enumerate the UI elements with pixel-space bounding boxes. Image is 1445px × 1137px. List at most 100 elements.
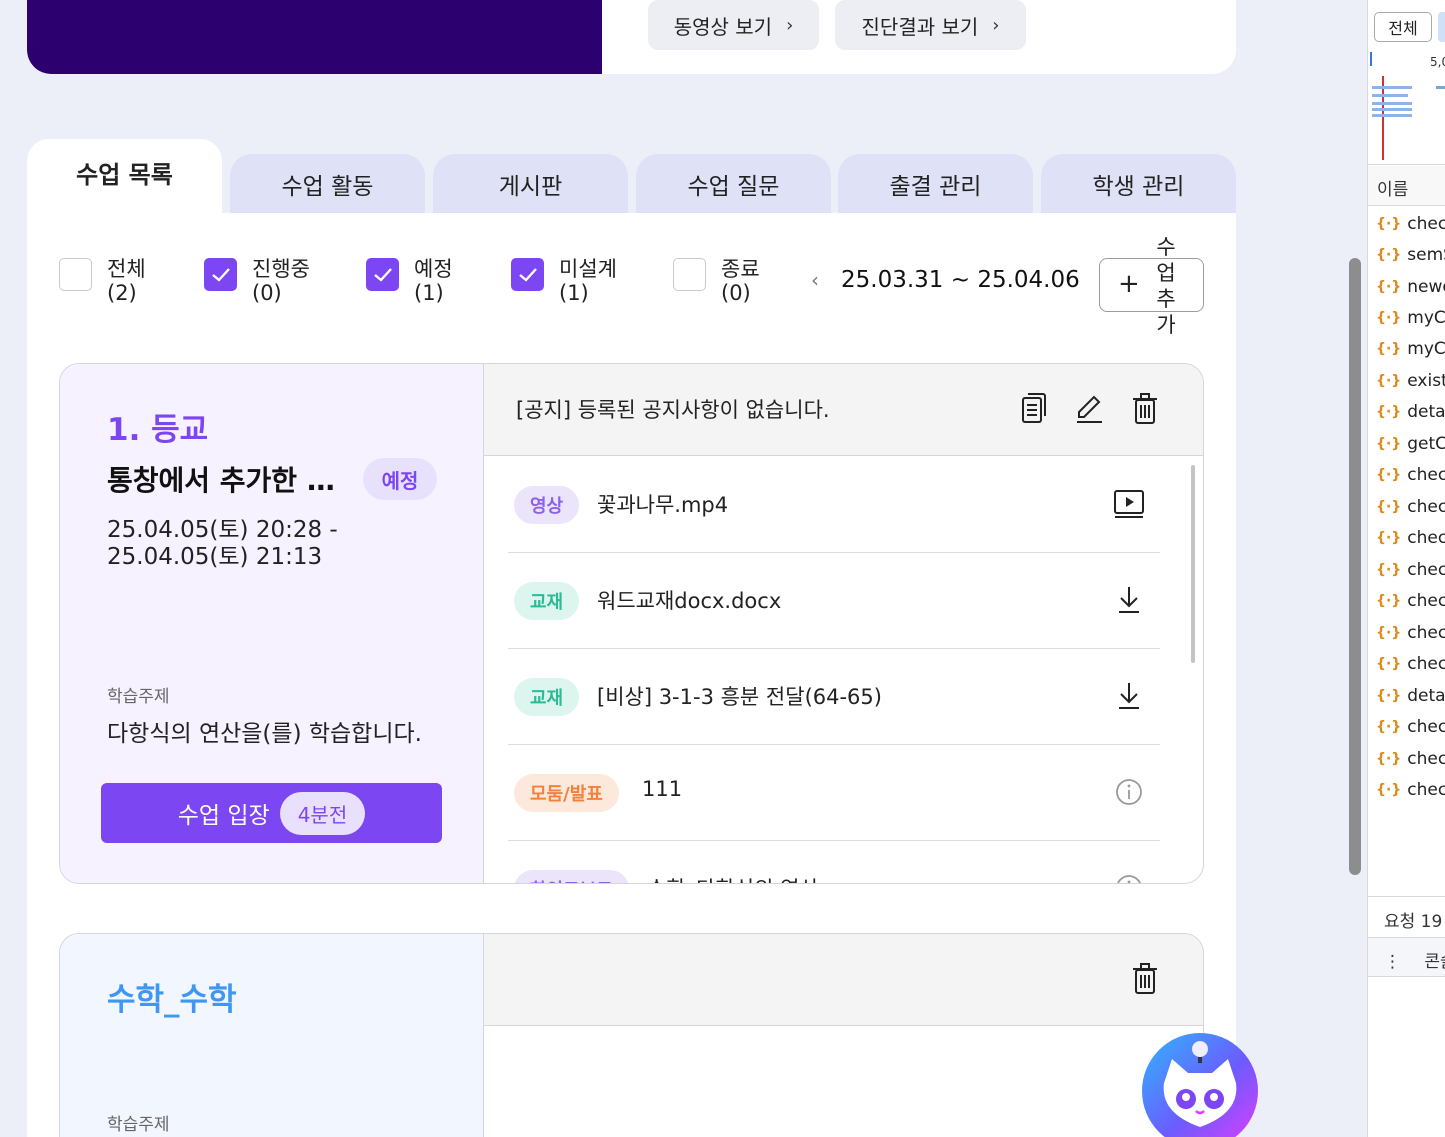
network-row[interactable]: {·} check: [1368, 208, 1445, 239]
console-drawer-tab[interactable]: ⋮ 콘솔: [1368, 937, 1445, 977]
list-item[interactable]: 교재 워드교재docx.docx: [508, 553, 1160, 649]
request-name: myCla: [1407, 338, 1445, 359]
request-name: check: [1407, 779, 1445, 800]
json-icon: {·}: [1376, 372, 1402, 389]
console-label: 콘솔: [1424, 952, 1445, 972]
check-icon: [211, 267, 230, 282]
network-row[interactable]: {·} semS: [1368, 239, 1445, 270]
plus-icon: +: [1118, 269, 1140, 299]
banner-image: [27, 0, 602, 74]
filter-count: (1): [559, 281, 589, 305]
checkbox-planned[interactable]: [366, 258, 399, 291]
enter-class-button[interactable]: 수업 입장 4분전: [101, 783, 442, 843]
network-row[interactable]: {·} check: [1368, 774, 1445, 805]
topic-label: 학습주제: [107, 1115, 170, 1135]
info-icon[interactable]: [1112, 871, 1146, 883]
name-column-header[interactable]: 이름: [1368, 166, 1445, 206]
class-card: 1. 등교 통창에서 추가한 … 예정 25.04.05(토) 20:28 - …: [59, 363, 1204, 884]
network-row[interactable]: {·} check: [1368, 648, 1445, 679]
chevron-left-icon[interactable]: ‹: [811, 268, 819, 292]
list-item[interactable]: 교재 [비상] 3-1-3 흥분 전달(64-65): [508, 649, 1160, 745]
page-scrollbar[interactable]: [1349, 258, 1361, 875]
edit-icon[interactable]: [1074, 392, 1104, 426]
network-row[interactable]: {·} myCla: [1368, 302, 1445, 333]
diagnosis-view-button[interactable]: 진단결과 보기 ›: [835, 0, 1026, 50]
filter-label: 진행중: [252, 257, 310, 281]
date-range-text: 25.03.31 ~ 25.04.06: [841, 267, 1080, 293]
filter-undesigned[interactable]: 미설계 (1): [511, 257, 617, 305]
network-row[interactable]: {·} detail: [1368, 396, 1445, 427]
info-icon[interactable]: [1112, 775, 1146, 809]
json-icon: {·}: [1376, 655, 1402, 672]
request-name: check: [1407, 464, 1445, 485]
video-view-button[interactable]: 동영상 보기 ›: [648, 0, 819, 50]
material-tag: 교재: [514, 582, 580, 620]
request-name: check: [1407, 527, 1445, 548]
material-tag: 모둠/발표: [514, 774, 619, 812]
checkbox-ended[interactable]: [673, 258, 706, 291]
status-filters: 전체 (2) 진행중 (0) 예정 (1) 미설계 (1) 종료 (0) ‹ 25.03.…: [59, 257, 1209, 313]
checkbox-undesigned[interactable]: [511, 258, 544, 291]
list-item[interactable]: 화이트보드 수학_다항식의 연산: [508, 841, 1160, 883]
json-icon: {·}: [1376, 687, 1402, 704]
network-row[interactable]: {·} check: [1368, 617, 1445, 648]
checkbox-all[interactable]: [59, 258, 92, 291]
download-icon[interactable]: [1112, 583, 1146, 617]
status-badge: 예정: [363, 458, 437, 500]
network-row[interactable]: {·} check: [1368, 522, 1445, 553]
more-vertical-icon[interactable]: ⋮: [1384, 952, 1401, 972]
filter-all[interactable]: 전체 (2): [59, 257, 146, 305]
check-icon: [373, 267, 392, 282]
filter-count: (0): [721, 281, 751, 305]
tab-class-activity[interactable]: 수업 활동: [230, 154, 425, 213]
class-number-title: 수학_수학: [107, 982, 237, 1018]
tab-attendance[interactable]: 출결 관리: [838, 154, 1033, 213]
trash-icon[interactable]: [1130, 392, 1160, 426]
tab-student-management[interactable]: 학생 관리: [1041, 154, 1236, 213]
filter-chip[interactable]: [1438, 12, 1445, 42]
network-row[interactable]: {·} check: [1368, 459, 1445, 490]
filter-in-progress[interactable]: 진행중 (0): [204, 257, 310, 305]
devtools-panel: 전체 5,0 이름 {·} check {·} semS {·} newe {·} my…: [1367, 0, 1445, 1137]
json-icon: {·}: [1376, 624, 1402, 641]
request-name: check: [1407, 748, 1445, 769]
class-time: 25.04.05(토) 20:28 - 25.04.05(토) 21:13: [107, 517, 338, 570]
filter-count: (2): [107, 281, 137, 305]
filter-planned[interactable]: 예정 (1): [366, 257, 453, 305]
filter-ended[interactable]: 종료 (0): [673, 257, 760, 305]
network-row[interactable]: {·} getCl: [1368, 428, 1445, 459]
trash-icon[interactable]: [1130, 962, 1160, 996]
network-row[interactable]: {·} check: [1368, 711, 1445, 742]
top-banner: 동영상 보기 › 진단결과 보기 ›: [27, 0, 1236, 74]
download-icon[interactable]: [1112, 679, 1146, 713]
network-row[interactable]: {·} myCla: [1368, 333, 1445, 364]
network-row[interactable]: {·} check: [1368, 554, 1445, 585]
cat-mascot-icon: [1163, 1041, 1237, 1127]
play-icon[interactable]: [1112, 487, 1146, 521]
chevron-right-icon: ›: [786, 14, 794, 36]
network-row[interactable]: {·} existC: [1368, 365, 1445, 396]
material-name: [비상] 3-1-3 흥분 전달(64-65): [597, 685, 882, 709]
class-card-info: 수학_수학 학습주제: [60, 934, 484, 1137]
tab-class-question[interactable]: 수업 질문: [636, 154, 831, 213]
list-item[interactable]: 모둠/발표 111: [508, 745, 1160, 841]
chatbot-cat-button[interactable]: [1142, 1033, 1258, 1137]
checkbox-in-progress[interactable]: [204, 258, 237, 291]
network-row[interactable]: {·} check: [1368, 491, 1445, 522]
json-icon: {·}: [1376, 278, 1402, 295]
filter-all-button[interactable]: 전체: [1374, 12, 1432, 42]
material-list: 영상 꽃과나무.mp4 교재 워드교재docx.docx 교재 [비상] 3-1…: [484, 457, 1203, 883]
network-row[interactable]: {·} check: [1368, 585, 1445, 616]
tab-board[interactable]: 게시판: [433, 154, 628, 213]
network-row[interactable]: {·} detail: [1368, 680, 1445, 711]
network-row[interactable]: {·} check: [1368, 743, 1445, 774]
network-row[interactable]: {·} newe: [1368, 271, 1445, 302]
add-class-button[interactable]: + 수업추가: [1099, 235, 1204, 337]
tab-bar: 수업 목록 수업 활동 게시판 수업 질문 출결 관리 학생 관리: [27, 139, 1236, 213]
list-scrollbar[interactable]: [1191, 465, 1195, 663]
list-item[interactable]: 영상 꽃과나무.mp4: [508, 457, 1160, 553]
tab-class-list[interactable]: 수업 목록: [27, 139, 222, 213]
diagnosis-view-label: 진단결과 보기: [861, 14, 979, 39]
json-icon: {·}: [1376, 403, 1402, 420]
copy-icon[interactable]: [1019, 392, 1049, 426]
